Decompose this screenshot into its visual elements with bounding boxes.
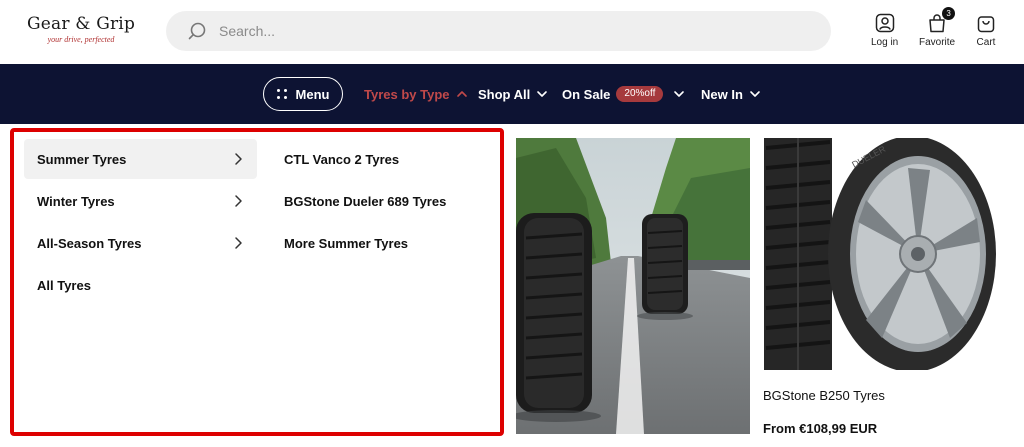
- category-winter-tyres[interactable]: Winter Tyres: [24, 181, 257, 221]
- search-input[interactable]: [219, 23, 779, 39]
- nav-on-sale[interactable]: On Sale 20%off: [562, 64, 685, 124]
- favorite-label: Favorite: [919, 37, 956, 48]
- brand-tagline: your drive, perfected: [47, 35, 115, 44]
- promo-banner-image[interactable]: [516, 138, 750, 434]
- nav-item-label: Tyres by Type: [364, 86, 450, 102]
- nav-tyres-by-type[interactable]: Tyres by Type: [364, 64, 468, 124]
- heart-bag-icon: 3: [926, 7, 956, 34]
- category-label: All Tyres: [37, 277, 91, 293]
- chevron-right-icon: [235, 195, 242, 207]
- brand-name: Gear & Grip: [26, 14, 136, 34]
- sale-badge: 20%off: [616, 86, 664, 102]
- category-all-tyres[interactable]: All Tyres: [24, 265, 257, 305]
- nav-item-label: Shop All: [478, 86, 531, 102]
- subcategory-link[interactable]: More Summer Tyres: [284, 236, 408, 251]
- menu-button[interactable]: Menu: [263, 77, 343, 111]
- subcategory-link[interactable]: CTL Vanco 2 Tyres: [284, 152, 399, 167]
- grid-dots-icon: [276, 89, 287, 99]
- chevron-right-icon: [235, 237, 242, 249]
- shopping-bag-icon: [975, 12, 997, 34]
- category-all-season-tyres[interactable]: All-Season Tyres: [24, 223, 257, 263]
- search-bar[interactable]: [166, 11, 831, 51]
- nav-new-in[interactable]: New In: [701, 64, 761, 124]
- cart-label: Cart: [976, 37, 996, 48]
- nav-shop-all[interactable]: Shop All: [478, 64, 548, 124]
- category-label: Winter Tyres: [37, 193, 115, 209]
- chevron-down-icon: [674, 91, 685, 97]
- site-header: Gear & Grip your drive, perfected Log in: [0, 0, 1024, 64]
- tyres-dropdown-panel: Summer Tyres Winter Tyres All-Season Tyr…: [10, 128, 504, 436]
- category-label: All-Season Tyres: [37, 235, 142, 251]
- nav-item-label: New In: [701, 86, 743, 102]
- nav-item-label: On Sale: [562, 86, 611, 102]
- chevron-down-icon: [750, 91, 760, 97]
- login-button[interactable]: Log in: [871, 12, 898, 48]
- product-image[interactable]: DUELER: [762, 138, 996, 370]
- favorite-count-badge: 3: [942, 7, 956, 20]
- category-label: Summer Tyres: [37, 151, 127, 167]
- cart-button[interactable]: Cart: [975, 12, 997, 48]
- user-icon: [874, 12, 896, 34]
- search-icon[interactable]: [186, 20, 208, 42]
- category-summer-tyres[interactable]: Summer Tyres: [24, 139, 257, 179]
- product-price: From €108,99 EUR: [763, 421, 878, 436]
- main-nav: Menu Tyres by Type Shop All On Sale 20%o…: [0, 64, 1024, 124]
- subcategory-link[interactable]: BGStone Dueler 689 Tyres: [284, 194, 446, 209]
- chevron-down-icon: [537, 91, 548, 97]
- login-label: Log in: [871, 37, 899, 48]
- chevron-right-icon: [235, 153, 242, 165]
- brand-logo[interactable]: Gear & Grip your drive, perfected: [26, 14, 136, 44]
- product-name[interactable]: BGStone B250 Tyres: [763, 388, 885, 403]
- chevron-up-icon: [456, 91, 467, 97]
- favorite-button[interactable]: 3 Favorite: [919, 7, 956, 48]
- menu-label: Menu: [295, 86, 330, 102]
